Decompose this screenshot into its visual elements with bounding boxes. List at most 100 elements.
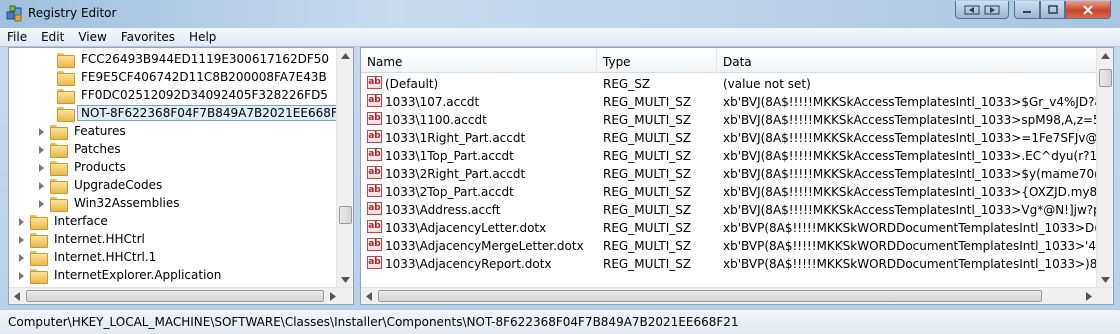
- list-item[interactable]: ab 1033\1Right_Part.accdt REG_MULTI_SZ x…: [361, 129, 1098, 147]
- value-name: 1033\1Top_Part.accdt: [385, 149, 514, 163]
- tree-hscroll-thumb[interactable]: [26, 290, 324, 302]
- scroll-right-arrow-icon[interactable]: [1086, 292, 1092, 301]
- tree-item[interactable]: InternetExplorer.Application: [17, 266, 225, 284]
- scroll-down-arrow-icon[interactable]: [1101, 277, 1110, 283]
- column-header-name[interactable]: Name: [361, 48, 597, 73]
- expand-arrow-icon[interactable]: [17, 253, 26, 262]
- expand-arrow-icon[interactable]: [37, 163, 46, 172]
- list-item[interactable]: ab 1033\1100.accdt REG_MULTI_SZ xb'BVJ(8…: [361, 111, 1098, 129]
- menu-favorites[interactable]: Favorites: [114, 28, 182, 47]
- string-value-icon: ab: [367, 76, 382, 89]
- menu-help[interactable]: Help: [182, 28, 223, 47]
- tree-item[interactable]: Internet.HHCtrl.1: [17, 248, 160, 266]
- expand-arrow-icon[interactable]: [37, 127, 46, 136]
- value-type: REG_MULTI_SZ: [603, 239, 692, 253]
- list-horizontal-scrollbar[interactable]: [361, 287, 1113, 304]
- tree-item-label: FE9E5CF406742D11C8B200008FA7E43B: [81, 70, 327, 84]
- expand-arrow-icon[interactable]: [17, 271, 26, 280]
- tree-item[interactable]: UpgradeCodes: [37, 176, 166, 194]
- list-item[interactable]: ab 1033\AdjacencyReport.dotx REG_MULTI_S…: [361, 255, 1098, 273]
- list-item[interactable]: ab (Default) REG_SZ (value not set): [361, 75, 1098, 93]
- menu-edit[interactable]: Edit: [34, 28, 71, 47]
- close-button[interactable]: [1065, 1, 1111, 19]
- expand-arrow-icon[interactable]: [17, 217, 26, 226]
- value-type: REG_MULTI_SZ: [603, 185, 692, 199]
- value-data: xb'BVJ(8A$!!!!!MKKSkAccessTemplatesIntl_…: [723, 113, 1098, 127]
- minimize-button[interactable]: [1014, 1, 1040, 19]
- value-type: REG_MULTI_SZ: [603, 203, 692, 217]
- list-item[interactable]: ab 1033\AdjacencyMergeLetter.dotx REG_MU…: [361, 237, 1098, 255]
- value-data: xb'BVJ(8A$!!!!!MKKSkAccessTemplatesIntl_…: [723, 167, 1098, 181]
- maximize-icon: [1047, 4, 1058, 14]
- folder-icon: [50, 178, 68, 194]
- scroll-down-arrow-icon[interactable]: [341, 277, 350, 283]
- tree-item-label: Interface: [54, 214, 108, 228]
- list-vertical-scrollbar[interactable]: [1096, 48, 1113, 288]
- folder-icon: [50, 142, 68, 158]
- value-type: REG_SZ: [603, 77, 651, 91]
- tree-scroll-thumb[interactable]: [339, 206, 352, 224]
- folder-icon: [57, 106, 75, 122]
- list-item[interactable]: ab 1033\107.accdt REG_MULTI_SZ xb'BVJ(8A…: [361, 93, 1098, 111]
- tree-item[interactable]: Win32Assemblies: [37, 194, 184, 212]
- window-switch-button[interactable]: [955, 1, 1009, 19]
- string-value-icon: ab: [367, 238, 382, 251]
- tree-item[interactable]: Products: [37, 158, 130, 176]
- value-data: xb'BVJ(8A$!!!!!MKKSkAccessTemplatesIntl_…: [723, 149, 1098, 163]
- tree-item[interactable]: Internet.HHCtrl: [17, 230, 149, 248]
- tree-item-label: InternetExplorer.Application: [54, 268, 222, 282]
- tree-item-label: FF0DC02512092D34092405F328226FD5: [81, 88, 328, 102]
- values-list-pane[interactable]: Name Type Data ab (Default) REG_SZ (valu…: [360, 47, 1114, 305]
- list-item[interactable]: ab 1033\1Top_Part.accdt REG_MULTI_SZ xb'…: [361, 147, 1098, 165]
- string-value-icon: ab: [367, 130, 382, 143]
- folder-icon: [50, 124, 68, 140]
- menu-file[interactable]: File: [0, 28, 34, 47]
- scroll-right-arrow-icon[interactable]: [330, 292, 336, 301]
- string-value-icon: ab: [367, 94, 382, 107]
- menu-bar: File Edit View Favorites Help: [0, 28, 1120, 47]
- expand-arrow-icon[interactable]: [17, 235, 26, 244]
- tree-item-selected[interactable]: NOT-8F622368F04F7B849A7B2021EE668F21: [57, 104, 353, 122]
- column-header-data[interactable]: Data: [717, 48, 1098, 73]
- scroll-left-arrow-icon[interactable]: [366, 292, 372, 301]
- list-hscroll-thumb[interactable]: [378, 290, 1042, 302]
- list-item[interactable]: ab 1033\AdjacencyLetter.dotx REG_MULTI_S…: [361, 219, 1098, 237]
- list-item[interactable]: ab 1033\2Top_Part.accdt REG_MULTI_SZ xb'…: [361, 183, 1098, 201]
- registry-editor-icon: [6, 5, 22, 22]
- folder-icon: [30, 232, 48, 248]
- menu-view[interactable]: View: [71, 28, 113, 47]
- value-type: REG_MULTI_SZ: [603, 221, 692, 235]
- value-name: 1033\AdjacencyLetter.dotx: [385, 221, 547, 235]
- tree-item[interactable]: FF0DC02512092D34092405F328226FD5: [57, 86, 332, 104]
- expand-arrow-icon[interactable]: [37, 199, 46, 208]
- tree-item[interactable]: Patches: [37, 140, 125, 158]
- folder-icon: [57, 70, 75, 86]
- status-bar: Computer\HKEY_LOCAL_MACHINE\SOFTWARE\Cla…: [0, 309, 1120, 334]
- close-icon: [1083, 4, 1093, 15]
- value-data: xb'BVP(8A$!!!!!MKKSkWORDDocumentTemplate…: [723, 221, 1098, 235]
- expand-arrow-icon[interactable]: [37, 181, 46, 190]
- value-type: REG_MULTI_SZ: [603, 149, 692, 163]
- string-value-icon: ab: [367, 202, 382, 215]
- tree-item[interactable]: Interface: [17, 212, 112, 230]
- column-header-type[interactable]: Type: [597, 48, 717, 73]
- folder-icon: [30, 268, 48, 284]
- scroll-left-arrow-icon[interactable]: [14, 292, 20, 301]
- list-item[interactable]: ab 1033\Address.accft REG_MULTI_SZ xb'BV…: [361, 201, 1098, 219]
- list-header: Name Type Data: [361, 48, 1098, 73]
- key-tree-pane[interactable]: FCC26493B944ED1119E300617162DF50 FE9E5CF…: [8, 47, 354, 305]
- value-type: REG_MULTI_SZ: [603, 113, 692, 127]
- scroll-up-arrow-icon[interactable]: [1101, 53, 1110, 59]
- tree-vertical-scrollbar[interactable]: [336, 48, 353, 288]
- maximize-button[interactable]: [1040, 1, 1065, 19]
- list-scroll-thumb[interactable]: [1099, 69, 1112, 87]
- value-type: REG_MULTI_SZ: [603, 257, 692, 271]
- tree-item[interactable]: Features: [37, 122, 130, 140]
- scroll-up-arrow-icon[interactable]: [341, 53, 350, 59]
- expand-arrow-icon[interactable]: [37, 145, 46, 154]
- tree-horizontal-scrollbar[interactable]: [9, 287, 353, 304]
- tree-item[interactable]: FCC26493B944ED1119E300617162DF50: [57, 50, 333, 68]
- folder-icon: [57, 52, 75, 68]
- list-item[interactable]: ab 1033\2Right_Part.accdt REG_MULTI_SZ x…: [361, 165, 1098, 183]
- tree-item[interactable]: FE9E5CF406742D11C8B200008FA7E43B: [57, 68, 331, 86]
